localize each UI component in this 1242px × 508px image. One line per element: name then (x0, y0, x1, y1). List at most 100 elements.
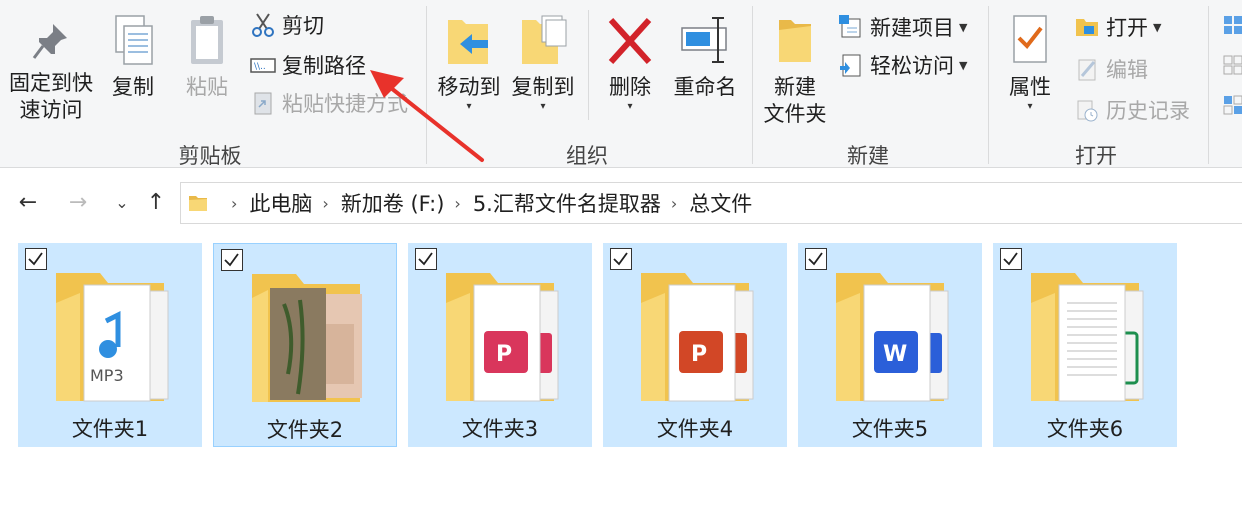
pin-label-line2: 速访问 (19, 98, 83, 122)
paste-shortcut-icon (250, 90, 276, 116)
breadcrumb-current-folder[interactable]: 总文件 (689, 188, 752, 218)
folder-icon: P (446, 273, 559, 402)
paste-button[interactable]: 粘贴 (178, 14, 236, 101)
folder-item[interactable]: P 文件夹4 (603, 243, 787, 447)
open-button[interactable]: 打开 ▼ (1074, 12, 1161, 42)
selection-checkbox[interactable] (805, 248, 827, 270)
delete-button[interactable]: 删除 ▾ (600, 14, 660, 112)
breadcrumb-chevron-icon[interactable]: › (454, 194, 460, 213)
new-item-icon (838, 14, 864, 40)
new-item-dropdown-icon: ▼ (959, 20, 968, 34)
history-icon (1074, 97, 1100, 123)
ribbon-separator (752, 6, 753, 164)
svg-text:P: P (496, 342, 512, 367)
folder-name: 文件夹3 (461, 417, 539, 441)
new-folder-button[interactable]: 新建 文件夹 (760, 14, 830, 128)
selection-checkbox[interactable] (610, 248, 632, 270)
delete-label: 删除 (609, 75, 651, 99)
copy-path-icon: \\.. (250, 52, 276, 78)
folder-name: 文件夹5 (851, 417, 929, 441)
recent-locations-chevron-icon[interactable]: ⌄ (108, 188, 136, 218)
new-item-button[interactable]: 新建项目 ▼ (838, 12, 967, 42)
svg-text:\\..: \\.. (254, 62, 266, 72)
new-folder-label-line2: 文件夹 (763, 102, 827, 126)
selection-checkbox[interactable] (221, 249, 243, 271)
open-dropdown-icon: ▼ (1153, 20, 1162, 34)
folder-name: 文件夹1 (71, 417, 149, 441)
paste-icon (191, 16, 223, 64)
selection-checkbox[interactable] (25, 248, 47, 270)
select-none-icon[interactable] (1222, 54, 1242, 78)
back-arrow-icon[interactable]: ← (14, 188, 42, 218)
svg-text:W: W (883, 342, 907, 367)
open-label: 打开 (1106, 16, 1148, 40)
folder-icon (1031, 273, 1144, 402)
properties-button[interactable]: 属性 ▾ (998, 14, 1062, 112)
folder-icon: MP3 (56, 273, 169, 402)
pin-label-line1: 固定到快 (9, 71, 93, 95)
copy-label: 复制 (112, 75, 154, 99)
ribbon-separator (1208, 6, 1209, 164)
folder-item[interactable]: MP3 文件夹1 (18, 243, 202, 447)
properties-dropdown-icon: ▾ (1027, 101, 1033, 112)
cut-label: 剪切 (282, 14, 324, 38)
breadcrumb-app-folder[interactable]: 5.汇帮文件名提取器 (473, 188, 661, 218)
pin-to-quick-access-button[interactable]: 固定到快 速访问 (6, 14, 96, 124)
new-folder-label-line1: 新建 (774, 75, 816, 99)
breadcrumb-chevron-icon[interactable]: › (322, 194, 328, 213)
folder-icon: W (836, 273, 949, 402)
forward-arrow-icon[interactable]: → (64, 188, 92, 218)
address-bar[interactable]: › 此电脑 › 新加卷 (F:) › 5.汇帮文件名提取器 › 总文件 (180, 182, 1242, 224)
ribbon-separator (588, 10, 589, 120)
folder-item[interactable]: 文件夹2 (213, 243, 397, 447)
folder-item[interactable]: W 文件夹5 (798, 243, 982, 447)
scissors-icon (250, 12, 276, 38)
svg-text:MP3: MP3 (90, 366, 124, 385)
edit-button[interactable]: 编辑 (1074, 54, 1148, 84)
cut-button[interactable]: 剪切 (250, 10, 324, 40)
copy-path-button[interactable]: \\.. 复制路径 (250, 50, 366, 80)
properties-icon (1013, 15, 1047, 63)
breadcrumb-this-pc[interactable]: 此电脑 (249, 188, 312, 218)
rename-icon (681, 17, 727, 63)
address-folder-icon (189, 196, 207, 211)
folder-item[interactable]: 文件夹6 (993, 243, 1177, 447)
selection-checkbox[interactable] (415, 248, 437, 270)
history-button[interactable]: 历史记录 (1074, 95, 1190, 125)
new-item-label: 新建项目 (870, 16, 954, 40)
breadcrumb-chevron-icon[interactable]: › (231, 194, 237, 213)
copy-to-label: 复制到 (511, 75, 575, 99)
svg-text:P: P (691, 342, 707, 367)
folder-item[interactable]: P 文件夹3 (408, 243, 592, 447)
history-label: 历史记录 (1106, 99, 1190, 123)
ribbon: 固定到快 速访问 复制 粘贴 剪切 \\.. 复制路径 粘贴快捷方式 剪贴板 移… (0, 0, 1242, 168)
selection-checkbox[interactable] (1000, 248, 1022, 270)
folder-name: 文件夹4 (656, 417, 734, 441)
folder-icon (252, 274, 362, 402)
paste-label: 粘贴 (186, 75, 228, 99)
copy-to-button[interactable]: 复制到 ▾ (508, 14, 578, 112)
breadcrumb-chevron-icon[interactable]: › (671, 194, 677, 213)
easy-access-dropdown-icon: ▼ (959, 58, 968, 72)
organize-group-label: 组织 (566, 144, 608, 168)
rename-label: 重命名 (673, 75, 737, 99)
invert-selection-icon[interactable] (1222, 94, 1242, 118)
easy-access-icon (838, 52, 864, 78)
breadcrumb-drive[interactable]: 新加卷 (F:) (341, 188, 445, 218)
open-folder-icon (1074, 14, 1100, 40)
navigation-bar: ← → ⌄ ↑ › 此电脑 › 新加卷 (F:) › 5.汇帮文件名提取器 › … (0, 180, 1242, 226)
select-all-icon[interactable] (1222, 14, 1242, 38)
easy-access-button[interactable]: 轻松访问 ▼ (838, 50, 967, 80)
up-arrow-icon[interactable]: ↑ (142, 188, 170, 218)
new-group-label: 新建 (847, 144, 889, 168)
rename-button[interactable]: 重命名 (670, 14, 740, 101)
folder-name: 文件夹6 (1046, 417, 1124, 441)
edit-icon (1074, 56, 1100, 82)
open-group-label: 打开 (1075, 144, 1117, 168)
copy-to-icon (522, 15, 567, 64)
copy-button[interactable]: 复制 (104, 14, 162, 101)
copy-icon (115, 15, 153, 65)
annotation-arrow-icon (370, 70, 484, 162)
delete-dropdown-icon: ▾ (627, 101, 633, 112)
folder-icon: P (641, 273, 754, 402)
